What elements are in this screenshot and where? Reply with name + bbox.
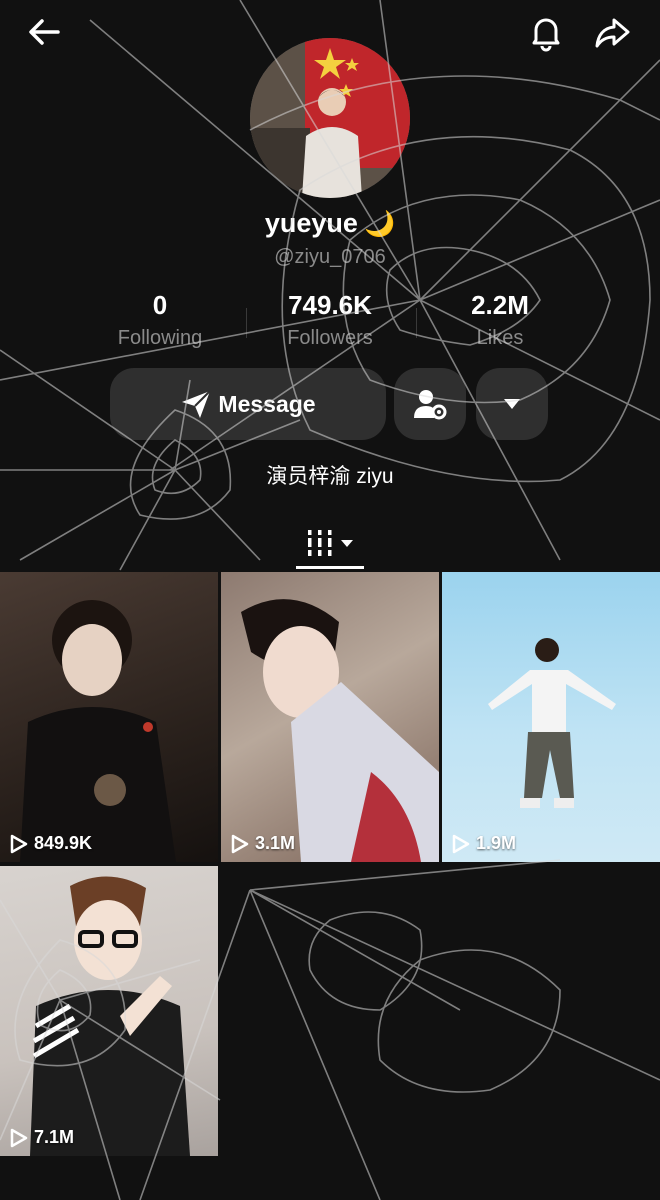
view-count: 1.9M: [452, 833, 516, 854]
play-icon: [10, 1128, 28, 1147]
view-count: 849.9K: [10, 833, 92, 854]
grid-icon: [308, 530, 332, 556]
following-label: Following: [117, 327, 203, 349]
caret-down-icon: [341, 540, 353, 547]
video-thumbnail-image: [20, 600, 176, 862]
video-thumbnail[interactable]: 1.9M: [442, 572, 660, 862]
stats-row: 0 Following 749.6K Followers 2.2M Likes: [60, 290, 600, 360]
person-settings-icon: [414, 390, 447, 420]
back-arrow-icon: [29, 19, 60, 45]
video-grid: 849.9K 3.1M 1.9M 7.1M: [0, 572, 660, 1172]
video-thumbnail[interactable]: 849.9K: [0, 572, 218, 862]
play-icon: [10, 834, 28, 853]
video-thumbnail-image: [488, 638, 616, 808]
back-button[interactable]: [20, 8, 68, 56]
notification-button[interactable]: [522, 8, 570, 56]
view-count-text: 3.1M: [255, 833, 296, 853]
view-count-text: 849.9K: [34, 833, 93, 853]
video-thumbnail[interactable]: 3.1M: [221, 572, 439, 862]
likes-label: Likes: [476, 327, 524, 349]
message-label: Message: [218, 390, 316, 417]
username: yueyue: [264, 208, 358, 238]
video-thumbnail[interactable]: 7.1M: [0, 866, 218, 1156]
view-count: 7.1M: [10, 1127, 74, 1148]
tab-active-indicator: [296, 566, 364, 569]
bell-icon: [532, 18, 560, 52]
top-bar: [0, 0, 660, 64]
followers-count: 749.6K: [288, 290, 372, 320]
add-friend-button[interactable]: [394, 368, 466, 440]
stat-followers[interactable]: 749.6K Followers: [240, 290, 420, 350]
view-count-text: 1.9M: [476, 833, 517, 853]
more-options-button[interactable]: [476, 368, 548, 440]
content-tab-bar: [0, 518, 660, 570]
message-button[interactable]: Message: [110, 368, 386, 440]
moon-emoji: 🌙: [363, 210, 396, 238]
likes-count: 2.2M: [471, 290, 529, 320]
send-icon: [182, 390, 212, 418]
username-row: yueyue 🌙: [0, 208, 660, 239]
user-handle: @ziyu_0706: [274, 246, 386, 268]
stat-likes[interactable]: 2.2M Likes: [410, 290, 590, 350]
video-thumbnail-image: [241, 599, 439, 862]
profile-bio: 演员梓渝 ziyu: [266, 465, 394, 488]
play-icon: [231, 834, 249, 853]
triangle-down-icon: [504, 399, 520, 409]
followers-label: Followers: [287, 327, 373, 349]
stat-following[interactable]: 0 Following: [70, 290, 250, 350]
tab-videos-grid[interactable]: [296, 518, 364, 568]
video-thumbnail-image: [30, 876, 190, 1156]
view-count: 3.1M: [231, 833, 295, 854]
view-count-text: 7.1M: [34, 1127, 75, 1147]
share-button[interactable]: [588, 8, 636, 56]
following-count: 0: [152, 290, 168, 320]
share-icon: [595, 18, 630, 48]
play-icon: [452, 834, 470, 853]
